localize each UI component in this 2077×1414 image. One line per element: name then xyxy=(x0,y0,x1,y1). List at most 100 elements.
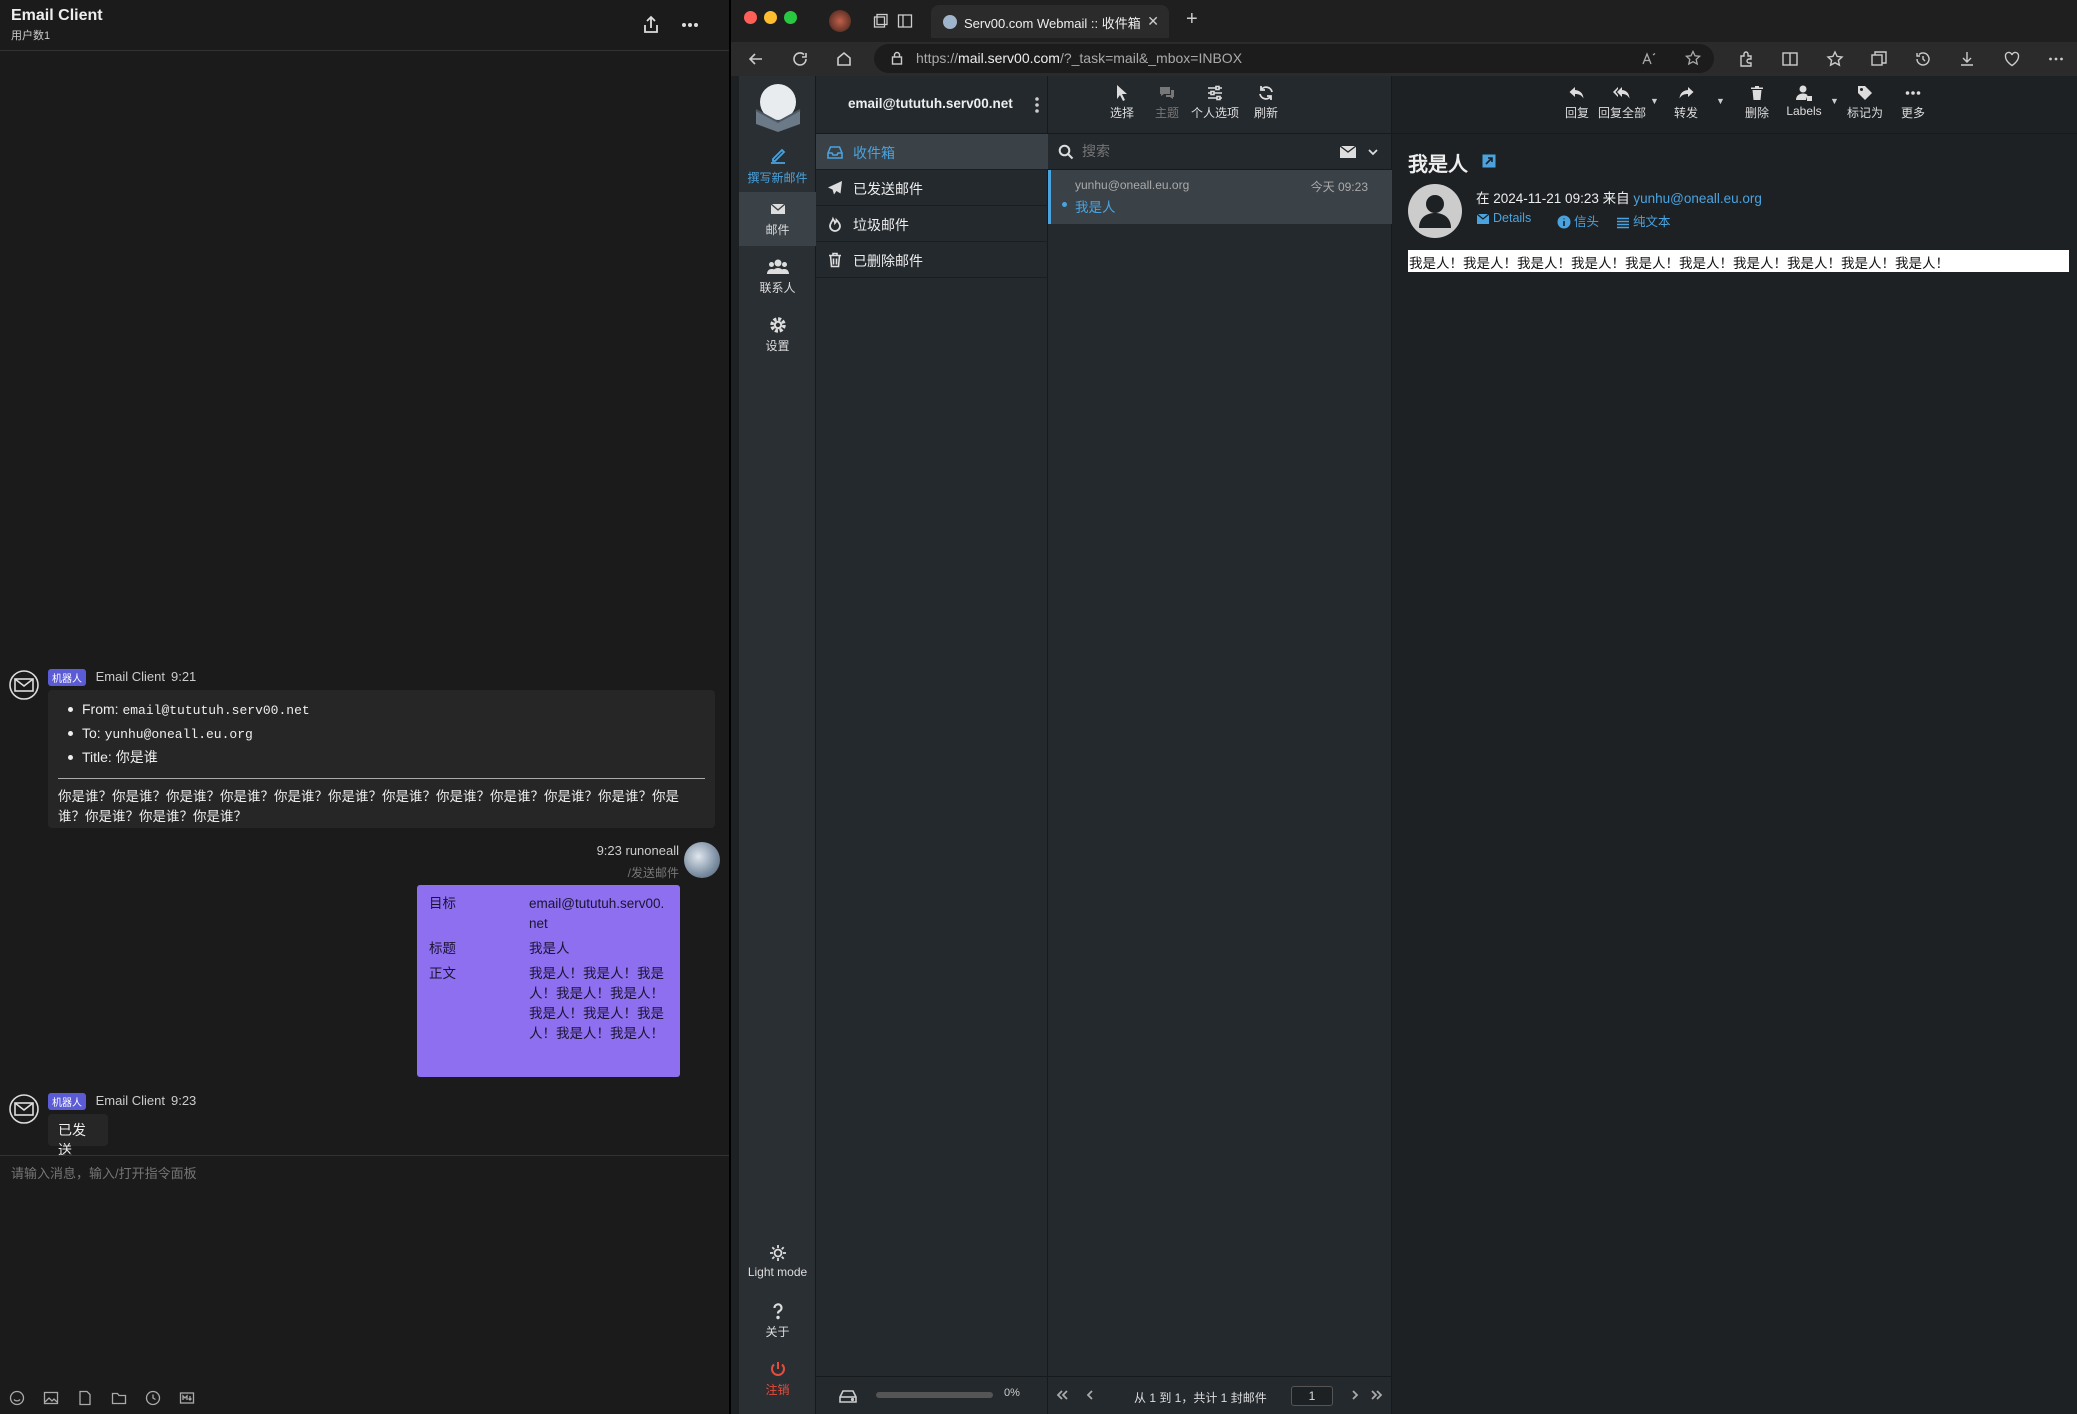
forward-icon xyxy=(1679,87,1694,99)
more-icon xyxy=(1905,91,1921,95)
search-options-chevron-icon[interactable] xyxy=(1367,146,1379,158)
search-input[interactable] xyxy=(1082,143,1282,159)
chat-input[interactable] xyxy=(11,1166,711,1181)
browser-window: Serv00.com Webmail :: 收件箱 ✕ + https://ma… xyxy=(731,0,2077,1414)
light-mode-toggle[interactable]: Light mode xyxy=(739,1238,816,1288)
last-page-icon[interactable] xyxy=(1370,1388,1384,1402)
image-icon[interactable] xyxy=(43,1390,59,1406)
share-icon[interactable] xyxy=(640,14,662,36)
folder-trash[interactable]: 已删除邮件 xyxy=(816,242,1048,278)
search-icon[interactable] xyxy=(1058,144,1074,160)
lock-icon[interactable] xyxy=(890,51,904,65)
headers-link[interactable]: 信头 xyxy=(1557,211,1599,230)
question-icon xyxy=(772,1303,783,1320)
folder-inbox[interactable]: 收件箱 xyxy=(816,134,1048,170)
more-button[interactable]: 更多 xyxy=(1888,84,1938,121)
back-icon[interactable] xyxy=(747,50,765,68)
profile-avatar[interactable] xyxy=(829,10,851,32)
email-bot-avatar[interactable] xyxy=(9,1094,39,1124)
folder-junk[interactable]: 垃圾邮件 xyxy=(816,206,1048,242)
select-button[interactable]: 选择 xyxy=(1097,84,1147,121)
logout-button[interactable]: 注销 xyxy=(739,1354,816,1404)
message-body: 我是人！我是人！我是人！我是人！我是人！我是人！我是人！我是人！我是人！我是人！ xyxy=(1408,250,2069,272)
clock-icon[interactable] xyxy=(145,1390,161,1406)
maximize-window-button[interactable] xyxy=(784,11,797,24)
tab-webmail[interactable]: Serv00.com Webmail :: 收件箱 ✕ xyxy=(931,5,1169,38)
reply-all-dropdown-icon[interactable]: ▼ xyxy=(1650,96,1659,106)
open-in-new-window-icon[interactable] xyxy=(1482,154,1496,168)
forward-button[interactable]: 转发 xyxy=(1661,84,1711,121)
details-link[interactable]: Details xyxy=(1476,211,1531,225)
plain-text-link[interactable]: 纯文本 xyxy=(1616,211,1671,230)
url-scheme: https:// xyxy=(916,50,959,66)
search-envelope-icon[interactable] xyxy=(1339,145,1357,159)
home-icon[interactable] xyxy=(835,50,853,68)
list-options-button[interactable]: 个人选项 xyxy=(1190,84,1240,121)
minimize-window-button[interactable] xyxy=(764,11,777,24)
url-host: mail.serv00.com xyxy=(958,50,1060,66)
downloads-icon[interactable] xyxy=(1958,50,1976,68)
tag-icon xyxy=(1858,86,1872,100)
message-bubble: 已发送 xyxy=(48,1114,108,1158)
card-row: 目标 email@tututuh.serv00.net xyxy=(429,896,665,931)
thread-button[interactable]: 主题 xyxy=(1142,84,1192,121)
previous-page-icon[interactable] xyxy=(1083,1388,1097,1402)
labels-dropdown-icon[interactable]: ▼ xyxy=(1830,96,1839,106)
file-icon[interactable] xyxy=(77,1390,93,1406)
forward-dropdown-icon[interactable]: ▼ xyxy=(1716,96,1725,106)
new-tab-button[interactable]: + xyxy=(1186,8,1198,31)
labels-button[interactable]: Labels xyxy=(1779,84,1829,118)
refresh-button[interactable]: 刷新 xyxy=(1241,84,1291,121)
bot-badge: 机器人 xyxy=(48,1093,86,1111)
roundcube-logo[interactable] xyxy=(752,80,804,132)
workspaces-icon[interactable] xyxy=(873,13,889,29)
message-subject: 我是人 xyxy=(1075,200,1116,215)
emoji-icon[interactable] xyxy=(9,1390,25,1406)
message-list-row[interactable]: yunhu@oneall.eu.org 今天 09:23 我是人 xyxy=(1048,170,1392,224)
browser-essentials-icon[interactable] xyxy=(2003,50,2021,68)
close-tab-icon[interactable]: ✕ xyxy=(1147,13,1159,30)
envelope-icon xyxy=(1476,213,1490,224)
delete-button[interactable]: 删除 xyxy=(1732,84,1782,121)
user-avatar[interactable] xyxy=(684,842,720,878)
history-icon[interactable] xyxy=(1914,50,1932,68)
account-menu-icon[interactable] xyxy=(1034,96,1040,114)
page-number-input[interactable]: 1 xyxy=(1291,1386,1333,1406)
message-list-pane: 选择 主题 个人选项 刷新 搜索 yunhu@oneall.eu.org 今天 … xyxy=(1048,76,1392,1414)
extensions-icon[interactable] xyxy=(1737,50,1755,68)
folder-sent[interactable]: 已发送邮件 xyxy=(816,170,1048,206)
email-bot-avatar[interactable] xyxy=(9,670,39,700)
reload-icon[interactable] xyxy=(791,50,809,68)
split-screen-icon[interactable] xyxy=(1781,50,1799,68)
nav-settings[interactable]: 设置 xyxy=(739,308,816,362)
favorite-star-icon[interactable] xyxy=(1685,50,1701,66)
list-item: To: yunhu@oneall.eu.org xyxy=(68,722,705,746)
first-page-icon[interactable] xyxy=(1055,1388,1069,1402)
reply-icon xyxy=(1569,87,1584,99)
markdown-icon[interactable] xyxy=(179,1390,195,1406)
nav-mail[interactable]: 邮件 xyxy=(739,192,816,246)
collections-icon[interactable] xyxy=(1870,50,1888,68)
address-bar[interactable]: https://mail.serv00.com/?_task=mail&_mbo… xyxy=(874,44,1714,73)
quota-track xyxy=(876,1392,993,1398)
refresh-icon xyxy=(1259,86,1273,100)
sender-email-link[interactable]: yunhu@oneall.eu.org xyxy=(1633,191,1762,206)
browser-menu-icon[interactable] xyxy=(2047,50,2065,68)
tab-actions-icon[interactable] xyxy=(897,13,913,29)
about-button[interactable]: 关于 xyxy=(739,1296,816,1346)
webmail-favicon-icon xyxy=(943,15,957,29)
compose-button[interactable]: 撰写新邮件 xyxy=(739,140,816,190)
message-count: 从 1 到 1，共计 1 封邮件 xyxy=(1134,1391,1267,1405)
chat-subtitle: 用户数1 xyxy=(11,30,51,42)
nav-contacts[interactable]: 联系人 xyxy=(739,250,816,304)
folder-icon[interactable] xyxy=(111,1390,127,1406)
close-window-button[interactable] xyxy=(744,11,757,24)
next-page-icon[interactable] xyxy=(1348,1388,1362,1402)
mark-button[interactable]: 标记为 xyxy=(1840,84,1890,121)
power-icon xyxy=(770,1362,785,1376)
favorites-icon[interactable] xyxy=(1826,50,1844,68)
read-aloud-icon[interactable] xyxy=(1641,51,1657,67)
trash-icon xyxy=(1751,86,1763,100)
more-icon[interactable] xyxy=(679,14,701,36)
reply-all-button[interactable]: 回复全部 xyxy=(1592,84,1652,121)
